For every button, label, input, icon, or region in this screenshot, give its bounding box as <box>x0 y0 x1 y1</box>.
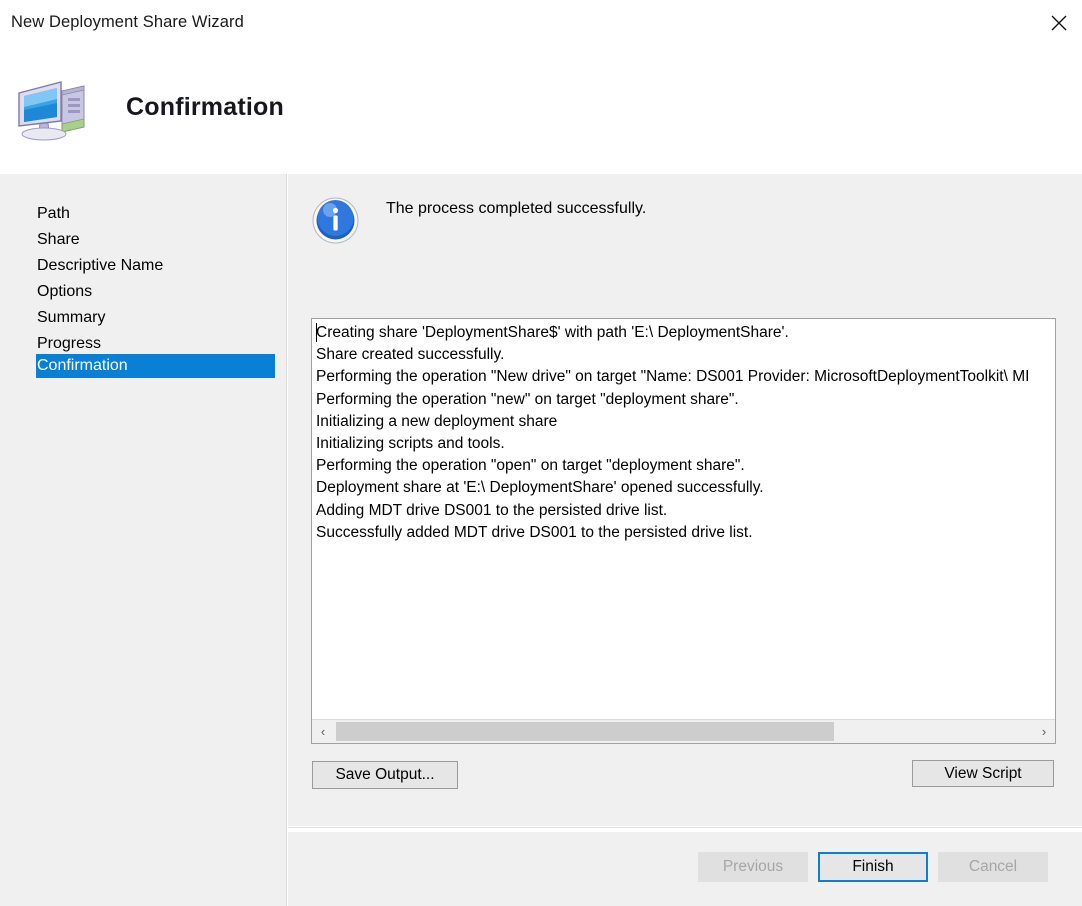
chevron-left-icon[interactable]: ‹ <box>312 720 334 743</box>
computer-monitor-icon <box>16 77 96 143</box>
view-script-button[interactable]: View Script <box>912 760 1054 787</box>
status-message: The process completed successfully. <box>386 200 647 217</box>
content-pane: The process completed successfully. Crea… <box>288 174 1082 826</box>
title-bar: New Deployment Share Wizard <box>0 0 1082 46</box>
sidebar-item-share[interactable]: Share <box>36 228 275 252</box>
horizontal-scrollbar[interactable]: ‹ › <box>312 719 1055 743</box>
output-line: Initializing a new deployment share <box>316 412 558 430</box>
output-line: Share created successfully. <box>316 346 505 364</box>
output-line: Performing the operation "New drive" on … <box>316 368 1030 386</box>
window-title: New Deployment Share Wizard <box>11 13 244 31</box>
cancel-button[interactable]: Cancel <box>938 852 1048 882</box>
page-title: Confirmation <box>126 93 284 121</box>
sidebar-item-options[interactable]: Options <box>36 280 275 304</box>
chevron-right-icon[interactable]: › <box>1033 720 1055 743</box>
previous-button[interactable]: Previous <box>698 852 808 882</box>
output-line: Initializing scripts and tools. <box>316 434 505 452</box>
output-line: Performing the operation "open" on targe… <box>316 457 745 475</box>
sidebar-item-progress[interactable]: Progress <box>36 332 275 356</box>
sidebar-item-path[interactable]: Path <box>36 202 275 226</box>
sidebar-item-summary[interactable]: Summary <box>36 306 275 330</box>
footer-separator <box>288 827 1082 828</box>
sidebar-item-confirmation[interactable]: Confirmation <box>36 354 275 378</box>
scrollbar-thumb[interactable] <box>336 722 834 741</box>
wizard-steps-sidebar: Path Share Descriptive Name Options Summ… <box>0 174 287 906</box>
text-caret <box>316 323 317 342</box>
output-line: Adding MDT drive DS001 to the persisted … <box>316 501 668 519</box>
output-line: Performing the operation "new" on target… <box>316 390 739 408</box>
output-line: Creating share 'DeploymentShare$' with p… <box>316 324 789 341</box>
header-band: Confirmation <box>0 46 1082 174</box>
sidebar-item-descriptive-name[interactable]: Descriptive Name <box>36 254 275 278</box>
output-line: Deployment share at 'E:\ DeploymentShare… <box>316 479 764 497</box>
output-line: Successfully added MDT drive DS001 to th… <box>316 523 753 541</box>
info-circle-icon <box>312 197 359 244</box>
output-log-lines: Creating share 'DeploymentShare$' with p… <box>316 322 1055 719</box>
output-log-textarea[interactable]: Creating share 'DeploymentShare$' with p… <box>311 318 1056 744</box>
close-icon[interactable] <box>1036 0 1082 46</box>
save-output-button[interactable]: Save Output... <box>312 761 458 789</box>
footer-bar: Previous Finish Cancel <box>288 832 1082 906</box>
finish-button[interactable]: Finish <box>818 852 928 882</box>
